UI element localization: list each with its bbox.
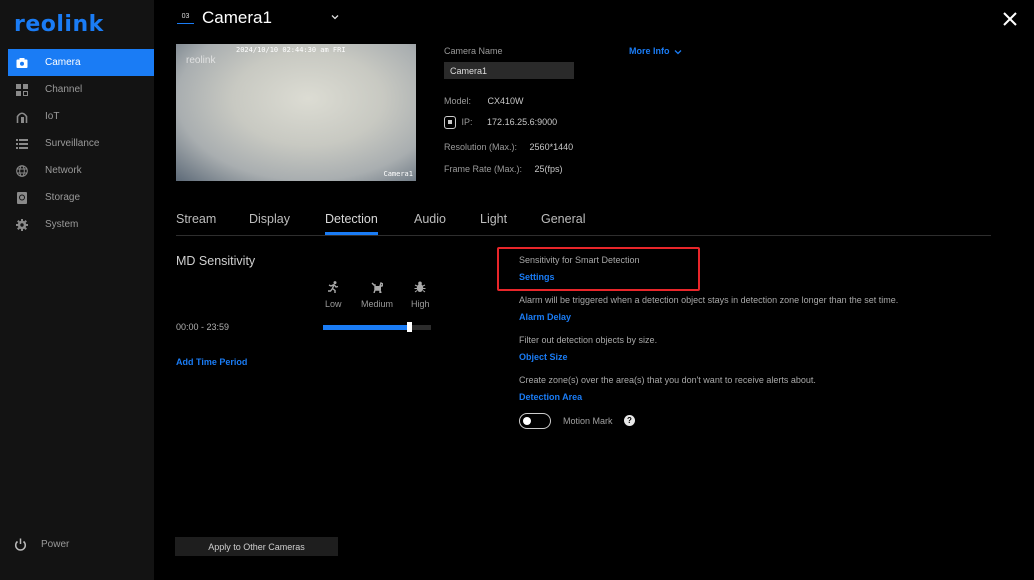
sidebar: reolink Camera Channel IoT Surveillance …: [0, 0, 154, 580]
globe-icon: [16, 164, 28, 177]
object-size-link[interactable]: Object Size: [519, 352, 568, 362]
resolution-value: 2560*1440: [529, 142, 574, 152]
detection-area-description: Create zone(s) over the area(s) that you…: [519, 375, 816, 385]
slider-fill: [323, 325, 410, 330]
model-label: Model:: [444, 96, 472, 106]
running-person-icon: [328, 281, 339, 293]
chevron-down-icon: [674, 49, 682, 55]
motion-mark-toggle[interactable]: [519, 413, 551, 429]
tab-stream[interactable]: Stream: [176, 212, 216, 226]
highlight-annotation: [497, 247, 700, 291]
more-info-link[interactable]: More Info: [629, 46, 682, 56]
sidebar-item-label: Camera: [45, 57, 81, 68]
sidebar-item-network[interactable]: Network: [8, 157, 154, 184]
level-low-label: Low: [325, 299, 342, 309]
apply-to-other-cameras-button[interactable]: Apply to Other Cameras: [175, 537, 338, 556]
add-time-period-link[interactable]: Add Time Period: [176, 357, 247, 367]
resolution-row: Resolution (Max.): 2560*1440: [444, 142, 573, 152]
ip-label: IP:: [461, 116, 473, 127]
time-range: 00:00 - 23:59: [176, 322, 230, 332]
preview-timestamp: 2024/10/10 02:44:30 am FRI: [236, 46, 346, 54]
tab-light[interactable]: Light: [480, 212, 507, 226]
camera-name-label: Camera Name: [444, 46, 503, 56]
sidebar-item-system[interactable]: System: [8, 211, 154, 238]
tab-audio[interactable]: Audio: [414, 212, 446, 226]
close-icon[interactable]: [1002, 11, 1018, 27]
bug-icon: [414, 281, 426, 293]
level-low: Low: [325, 281, 342, 309]
camera-preview[interactable]: 2024/10/10 02:44:30 am FRI reolink Camer…: [176, 44, 416, 181]
md-sensitivity-title: MD Sensitivity: [176, 254, 256, 268]
smart-detection-settings-link[interactable]: Settings: [519, 272, 555, 282]
sidebar-item-label: IoT: [45, 111, 60, 122]
sidebar-item-storage[interactable]: Storage: [8, 184, 154, 211]
sidebar-item-channel[interactable]: Channel: [8, 76, 154, 103]
dog-icon: [371, 282, 383, 293]
sidebar-item-label: Channel: [45, 84, 83, 95]
home-icon: [16, 111, 28, 123]
ip-value: 172.16.25.6:9000: [487, 116, 558, 127]
motion-mark-label: Motion Mark: [563, 416, 613, 426]
sensitivity-slider[interactable]: [323, 322, 431, 332]
level-high-label: High: [411, 299, 430, 309]
power-icon: [14, 538, 27, 551]
sidebar-item-label: System: [45, 219, 79, 230]
sidebar-item-label: Network: [45, 165, 82, 176]
slider-thumb[interactable]: [407, 322, 413, 332]
framerate-label: Frame Rate (Max.):: [444, 164, 523, 174]
level-medium-label: Medium: [361, 299, 394, 309]
sidebar-item-iot[interactable]: IoT: [8, 103, 154, 130]
model-row: Model: CX410W: [444, 96, 524, 106]
gear-icon: [16, 218, 28, 231]
camera-title: Camera1: [202, 8, 272, 27]
settings-tabs: Stream Display Detection Audio Light Gen…: [176, 210, 991, 236]
ip-row: IP: 172.16.25.6:9000: [444, 116, 557, 129]
resolution-label: Resolution (Max.):: [444, 142, 518, 152]
tab-detection[interactable]: Detection: [325, 212, 378, 235]
tab-display[interactable]: Display: [249, 212, 290, 226]
sidebar-nav: Camera Channel IoT Surveillance Network …: [8, 49, 154, 238]
storage-icon: [16, 191, 28, 204]
sidebar-item-label: Storage: [45, 192, 81, 203]
more-info-label: More Info: [629, 46, 670, 56]
camera-selector[interactable]: 03 Camera1: [177, 8, 272, 28]
chevron-down-icon[interactable]: [330, 12, 340, 22]
tab-general[interactable]: General: [541, 212, 585, 226]
preview-camera-name: Camera1: [383, 170, 413, 178]
level-high: High: [411, 281, 430, 309]
alarm-delay-link[interactable]: Alarm Delay: [519, 312, 571, 322]
network-port-icon: [444, 116, 456, 129]
channel-badge: 03: [177, 13, 194, 24]
camera-icon: [16, 57, 28, 69]
object-size-description: Filter out detection objects by size.: [519, 335, 658, 345]
camera-name-input[interactable]: Camera1: [444, 62, 574, 79]
sidebar-item-label: Surveillance: [45, 138, 100, 149]
framerate-row: Frame Rate (Max.): 25(fps): [444, 164, 563, 174]
model-value: CX410W: [487, 96, 524, 106]
reolink-logo: reolink: [14, 12, 104, 37]
list-icon: [16, 138, 28, 150]
power-button[interactable]: Power: [14, 538, 69, 551]
preview-watermark: reolink: [186, 55, 216, 66]
detection-area-link[interactable]: Detection Area: [519, 392, 582, 402]
sidebar-item-camera[interactable]: Camera: [8, 49, 154, 76]
grid-icon: [16, 83, 28, 96]
level-medium: Medium: [361, 281, 393, 309]
smart-detection-label: Sensitivity for Smart Detection: [519, 255, 640, 265]
framerate-value: 25(fps): [534, 164, 563, 174]
alarm-delay-description: Alarm will be triggered when a detection…: [519, 295, 899, 305]
sidebar-item-surveillance[interactable]: Surveillance: [8, 130, 154, 157]
help-icon[interactable]: ?: [624, 415, 635, 426]
power-label: Power: [41, 539, 70, 550]
